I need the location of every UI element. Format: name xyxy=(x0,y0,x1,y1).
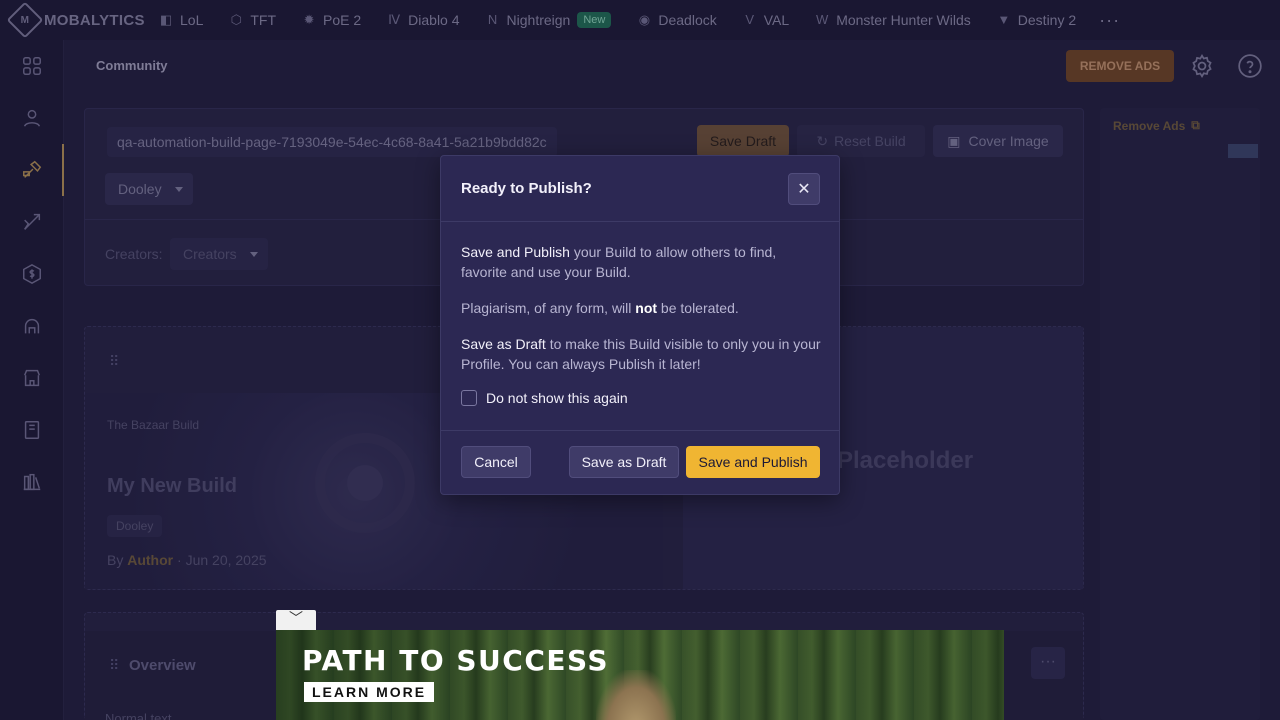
draft-description: Save as Draft to make this Build visible… xyxy=(461,336,821,372)
divider xyxy=(441,221,839,222)
close-icon: ✕ xyxy=(797,181,811,198)
do-not-show-label[interactable]: Do not show this again xyxy=(486,390,628,406)
modal-title: Ready to Publish? xyxy=(461,180,592,197)
plagiarism-warning: Plagiarism, of any form, will not be tol… xyxy=(461,300,739,316)
cancel-button[interactable]: Cancel xyxy=(461,446,531,478)
modal-body: Save and Publish your Build to allow oth… xyxy=(461,242,823,390)
ad-forest-path xyxy=(596,670,676,720)
do-not-show-checkbox[interactable] xyxy=(461,390,477,406)
publish-description: Save and Publish your Build to allow oth… xyxy=(461,244,777,280)
do-not-show-row[interactable]: Do not show this again xyxy=(461,390,628,406)
publish-modal: Ready to Publish? ✕ Save and Publish you… xyxy=(440,155,840,495)
close-button[interactable]: ✕ xyxy=(788,173,820,205)
ad-collapse-button[interactable]: ﹀ xyxy=(276,610,316,630)
bottom-banner-ad[interactable]: PATH TO SUCCESS LEARN MORE xyxy=(276,630,1004,720)
save-as-draft-button[interactable]: Save as Draft xyxy=(569,446,679,478)
ad-learn-more-button[interactable]: LEARN MORE xyxy=(304,682,435,702)
ad-headline: PATH TO SUCCESS xyxy=(302,644,610,677)
save-and-publish-button[interactable]: Save and Publish xyxy=(686,446,820,478)
divider xyxy=(441,430,839,431)
